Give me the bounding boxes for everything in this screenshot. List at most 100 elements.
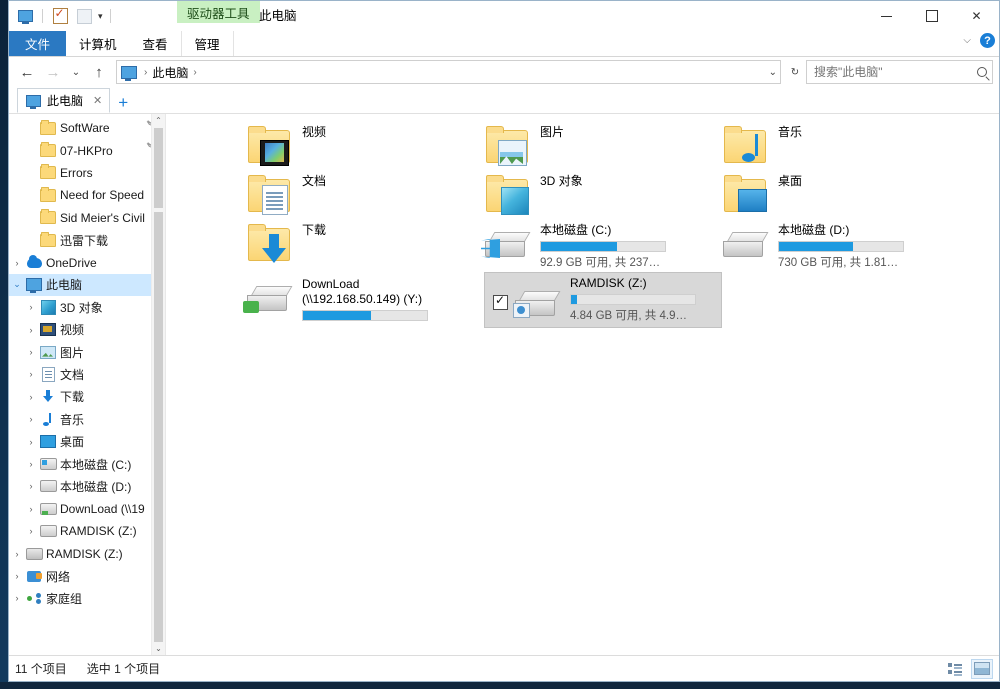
folder-item[interactable]: 3D 对象 — [484, 171, 684, 219]
sidebar-item[interactable]: › 下载 — [9, 386, 165, 408]
chevron-icon[interactable]: › — [9, 593, 25, 603]
search-input[interactable] — [812, 64, 956, 80]
tab-computer[interactable]: 计算机 — [66, 31, 130, 56]
sidebar-item[interactable]: › 本地磁盘 (C:) — [9, 453, 165, 475]
chevron-icon[interactable]: › — [9, 571, 25, 581]
drive-item[interactable]: 本地磁盘 (D:) 730 GB 可用, 共 1.81… — [722, 220, 927, 272]
chevron-icon[interactable]: › — [23, 437, 39, 447]
scroll-up-icon[interactable]: ⌃ — [152, 114, 165, 127]
folder-item[interactable]: 音乐 — [722, 122, 922, 170]
tab-manage[interactable]: 管理 — [180, 31, 234, 56]
up-button[interactable]: ↑ — [87, 60, 111, 84]
close-icon[interactable]: ✕ — [93, 94, 102, 107]
drive-item[interactable]: RAMDISK (Z:) 4.84 GB 可用, 共 4.9… — [484, 272, 722, 328]
sidebar-item[interactable]: › 网络 — [9, 565, 165, 587]
folder-item[interactable]: 文档 — [246, 171, 446, 219]
chevron-icon[interactable]: › — [23, 369, 39, 379]
item-checkbox[interactable] — [493, 293, 508, 310]
chevron-icon[interactable]: › — [23, 459, 39, 469]
new-folder-icon[interactable] — [74, 6, 94, 26]
drive-item[interactable]: 本地磁盘 (C:) 92.9 GB 可用, 共 237… — [481, 220, 689, 272]
sidebar-item[interactable]: Need for Speed — [9, 184, 165, 206]
sidebar-item[interactable]: › 视频 — [9, 319, 165, 341]
sidebar-item-label: 此电脑 — [46, 278, 83, 293]
sidebar-item[interactable]: Sid Meier's Civil — [9, 207, 165, 229]
scrollbar-thumb[interactable] — [154, 128, 163, 208]
sidebar-item[interactable]: 迅雷下载 — [9, 229, 165, 251]
explorer-tab-this-pc[interactable]: 此电脑 ✕ — [17, 88, 111, 113]
search-box[interactable] — [806, 60, 993, 84]
chevron-icon[interactable]: › — [23, 481, 39, 491]
folder-label: 音乐 — [778, 125, 803, 139]
chevron-icon[interactable]: › — [23, 325, 39, 335]
breadcrumb-item-this-pc[interactable]: 此电脑 — [152, 64, 188, 81]
back-button[interactable]: ← — [15, 60, 39, 84]
navigation-scrollbar[interactable]: ⌃ ⌄ — [151, 114, 165, 655]
chevron-icon[interactable]: › — [9, 549, 25, 559]
forward-button: → — [45, 63, 61, 81]
drive-label: 本地磁盘 (D:) — [778, 223, 850, 237]
network-icon — [25, 570, 43, 582]
sidebar-item[interactable]: › RAMDISK (Z:) — [9, 520, 165, 542]
capacity-bar — [778, 241, 904, 252]
video-folder-icon — [246, 122, 294, 170]
sidebar-item[interactable]: › RAMDISK (Z:) — [9, 542, 165, 564]
chevron-icon[interactable]: › — [23, 392, 39, 402]
chevron-icon[interactable]: › — [23, 504, 39, 514]
breadcrumb-separator[interactable]: › — [191, 67, 198, 78]
close-button[interactable]: ✕ — [954, 1, 999, 31]
drive-item[interactable]: DownLoad (\\192.168.50.149) (Y:) — [243, 274, 451, 326]
chevron-icon[interactable]: ⌄ — [9, 279, 25, 290]
tab-file[interactable]: 文件 — [9, 31, 67, 56]
customize-qat-caret[interactable]: ▾ — [98, 11, 103, 21]
chevron-icon[interactable]: › — [9, 258, 25, 268]
chevron-icon[interactable]: › — [23, 347, 39, 357]
new-tab-button[interactable]: + — [110, 93, 136, 113]
desktop-icon — [39, 435, 57, 449]
contextual-tab-group-label: 驱动器工具 — [177, 1, 260, 23]
chevron-icon[interactable]: › — [23, 414, 39, 424]
folder-item[interactable]: 下载 — [246, 220, 446, 268]
sidebar-item[interactable]: › 本地磁盘 (D:) — [9, 475, 165, 497]
folder-label: 下载 — [302, 223, 327, 237]
details-view-button[interactable] — [944, 659, 966, 679]
tab-view[interactable]: 查看 — [130, 31, 181, 56]
sidebar-item[interactable]: › 文档 — [9, 363, 165, 385]
sidebar-item[interactable]: › 家庭组 — [9, 587, 165, 609]
sidebar-item-label: 迅雷下载 — [60, 233, 109, 248]
sidebar-item-label: 下载 — [60, 390, 85, 405]
recent-locations-caret-icon[interactable]: ⌄ — [67, 60, 85, 84]
maximize-button[interactable] — [909, 1, 954, 31]
homegroup-icon — [25, 592, 43, 604]
folder-item[interactable]: 图片 — [484, 122, 684, 170]
chevron-down-icon[interactable]: ⌵ — [963, 35, 971, 46]
chevron-icon[interactable]: › — [23, 526, 39, 536]
sidebar-item[interactable]: › DownLoad (\\19 — [9, 498, 165, 520]
refresh-button[interactable]: ↻ — [786, 60, 804, 84]
large-icons-view-button[interactable] — [971, 658, 993, 679]
sidebar-item[interactable]: ⌄ 此电脑 — [9, 273, 165, 297]
properties-icon[interactable] — [50, 6, 70, 26]
sidebar-item[interactable]: › 音乐 — [9, 408, 165, 430]
minimize-button[interactable] — [864, 1, 909, 31]
sidebar-item[interactable]: SoftWare ✒ — [9, 117, 165, 139]
breadcrumb[interactable]: › 此电脑 › ⌄ — [116, 60, 781, 84]
sidebar-item[interactable]: › 桌面 — [9, 430, 165, 452]
folder-item[interactable]: 视频 — [246, 122, 446, 170]
folder-item[interactable]: 桌面 — [722, 171, 922, 219]
help-icon[interactable]: ? — [980, 33, 995, 48]
sidebar-item[interactable]: › 3D 对象 — [9, 296, 165, 318]
history-caret-icon[interactable]: ⌄ — [769, 67, 777, 78]
separator — [109, 9, 111, 23]
sidebar-item[interactable]: 07-HKPro ✒ — [9, 139, 165, 161]
file-list[interactable]: 视频 图片 音乐文档 3D 对象 桌面下载 本地磁盘 (C:) 92.9 GB 可用, 共 … — [166, 114, 999, 655]
capacity-bar — [570, 294, 696, 305]
sidebar-item[interactable]: Errors — [9, 162, 165, 184]
scrollbar-thumb[interactable] — [154, 212, 163, 652]
scroll-down-icon[interactable]: ⌄ — [152, 642, 165, 655]
drive-label: DownLoad (\\192.168.50.149) (Y:) — [302, 277, 423, 306]
chevron-icon[interactable]: › — [23, 302, 39, 312]
sidebar-item[interactable]: › OneDrive — [9, 251, 165, 273]
sidebar-item[interactable]: › 图片 — [9, 341, 165, 363]
search-icon[interactable] — [977, 67, 987, 77]
